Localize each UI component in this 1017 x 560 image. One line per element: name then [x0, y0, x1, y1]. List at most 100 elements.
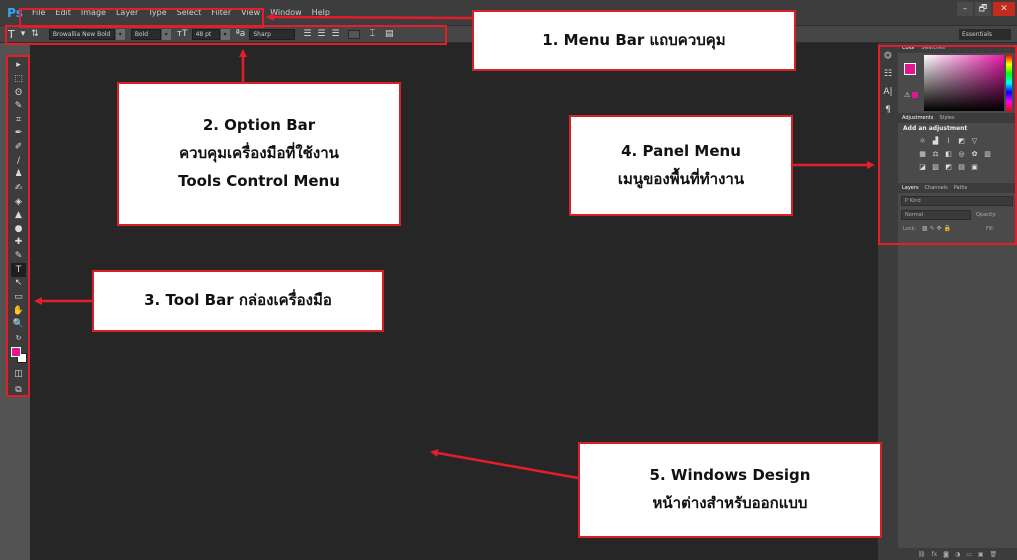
tab-layers[interactable]: Layers — [902, 185, 919, 191]
healing-brush-tool-icon[interactable]: ✐ — [11, 141, 26, 155]
clone-stamp-tool-icon[interactable]: ♟ — [11, 168, 26, 182]
brightness-icon[interactable]: ☼ — [918, 137, 927, 145]
warp-text-icon[interactable]: ⌶ — [370, 29, 375, 39]
channel-mixer-icon[interactable]: ✿ — [970, 150, 979, 158]
invert-icon[interactable]: ◪ — [918, 163, 927, 171]
chevron-down-icon[interactable]: ▾ — [220, 28, 230, 40]
gamut-swatch[interactable] — [912, 92, 918, 98]
color-balance-icon[interactable]: ⚖ — [931, 150, 940, 158]
paragraph-panel-icon[interactable]: ¶ — [885, 105, 891, 115]
exposure-icon[interactable]: ◩ — [957, 137, 966, 145]
brush-tool-icon[interactable]: / — [11, 154, 26, 168]
font-family-select[interactable]: Browallia New Bold — [48, 28, 115, 40]
properties-panel-icon[interactable]: ☷ — [884, 69, 892, 79]
type-tool-icon[interactable]: T — [8, 28, 15, 41]
paint-bucket-tool-icon[interactable]: ▲ — [11, 209, 26, 223]
eyedropper-tool-icon[interactable]: ✒ — [11, 127, 26, 141]
history-panel-icon[interactable]: ⏣ — [884, 51, 892, 61]
chevron-down-icon[interactable]: ▾ — [161, 28, 171, 40]
add-mask-icon[interactable]: ◙ — [943, 551, 949, 558]
vibrance-icon[interactable]: ▽ — [970, 137, 979, 145]
menu-file[interactable]: File — [32, 8, 45, 17]
close-button[interactable]: ✕ — [993, 2, 1015, 16]
antialias-select[interactable]: Sharp — [249, 28, 296, 40]
curves-icon[interactable]: ⌇ — [944, 137, 953, 145]
restore-button[interactable]: 🗗 — [975, 2, 991, 16]
crop-tool-icon[interactable]: ⌗ — [11, 114, 26, 128]
font-size-select[interactable]: 48 pt — [191, 28, 220, 40]
lock-icons[interactable]: ▩ ✎ ✥ 🔒 — [922, 225, 951, 232]
type-tool-icon[interactable]: T — [11, 263, 26, 277]
hue-slider[interactable] — [1006, 55, 1012, 111]
tab-paths[interactable]: Paths — [954, 185, 968, 191]
chevron-down-icon[interactable]: ▾ — [115, 28, 125, 40]
character-panel-icon[interactable]: ▤ — [385, 29, 394, 39]
layer-filter-select[interactable]: P Kind — [901, 196, 1013, 206]
threshold-icon[interactable]: ◩ — [944, 163, 953, 171]
quick-mask-icon[interactable]: ◫ — [11, 368, 26, 382]
photo-filter-icon[interactable]: ◎ — [957, 150, 966, 158]
pen-tool-icon[interactable]: ✎ — [11, 250, 26, 264]
blend-mode-select[interactable]: Normal — [901, 210, 971, 220]
black-white-icon[interactable]: ◧ — [944, 150, 953, 158]
gamut-warning-icon: ⚠ — [904, 91, 911, 99]
menu-filter[interactable]: Filter — [211, 8, 231, 17]
menu-image[interactable]: Image — [81, 8, 106, 17]
foreground-color-swatch[interactable] — [10, 347, 21, 358]
layer-kind-value: P Kind — [905, 198, 921, 204]
tab-swatches[interactable]: Swatches — [921, 45, 945, 51]
menu-edit[interactable]: Edit — [55, 8, 71, 17]
posterize-icon[interactable]: ▨ — [931, 163, 940, 171]
workspace-value: Essentials — [962, 31, 993, 38]
tool-preset-chevron-icon[interactable]: ▾ — [21, 29, 26, 39]
tab-channels[interactable]: Channels — [925, 185, 948, 191]
fx-icon[interactable]: fx — [931, 551, 937, 558]
text-color-swatch[interactable] — [347, 29, 360, 39]
menu-view[interactable]: View — [241, 8, 260, 17]
rectangle-tool-icon[interactable]: ▭ — [11, 291, 26, 305]
marquee-tool-icon[interactable]: ⬚ — [11, 73, 26, 87]
text-orientation-icon[interactable]: ⇅ — [31, 29, 39, 39]
dodge-tool-icon[interactable]: ✚ — [11, 236, 26, 250]
color-field[interactable] — [924, 55, 1004, 111]
color-lookup-icon[interactable]: ▥ — [983, 150, 992, 158]
blur-tool-icon[interactable]: ● — [11, 223, 26, 237]
move-tool-icon[interactable]: ▸ — [11, 59, 26, 73]
selective-color-icon[interactable]: ▣ — [970, 163, 979, 171]
quick-select-tool-icon[interactable]: ✎ — [11, 100, 26, 114]
new-adjustment-icon[interactable]: ◑ — [955, 551, 960, 558]
tab-styles[interactable]: Styles — [939, 115, 954, 121]
hand-tool-icon[interactable]: ✋ — [11, 304, 26, 318]
eraser-tool-icon[interactable]: ◈ — [11, 195, 26, 209]
screen-mode-icon[interactable]: ⧉ — [11, 383, 26, 397]
new-layer-icon[interactable]: ▣ — [978, 551, 984, 558]
history-brush-tool-icon[interactable]: ✍ — [11, 182, 26, 196]
levels-icon[interactable]: ▟ — [931, 137, 940, 145]
menu-type[interactable]: Type — [148, 8, 166, 17]
gradient-map-icon[interactable]: ▤ — [957, 163, 966, 171]
align-left-icon[interactable]: ☰ — [303, 29, 311, 39]
swap-colors-icon[interactable]: ↻ — [11, 332, 26, 346]
zoom-tool-icon[interactable]: 🔍 — [11, 318, 26, 332]
align-right-icon[interactable]: ☰ — [331, 29, 339, 39]
panel-foreground-swatch[interactable] — [904, 63, 916, 75]
workspace-select[interactable]: Essentials — [959, 29, 1011, 40]
hue-saturation-icon[interactable]: ▦ — [918, 150, 927, 158]
delete-layer-icon[interactable]: 🗑 — [990, 551, 998, 558]
lasso-tool-icon[interactable]: ʘ — [11, 86, 26, 100]
link-layers-icon[interactable]: ⛓ — [918, 551, 926, 558]
minimize-button[interactable]: – — [957, 2, 973, 16]
align-center-icon[interactable]: ☰ — [317, 29, 325, 39]
menu-select[interactable]: Select — [177, 8, 202, 17]
adjustments-title: Add an adjustment — [903, 125, 968, 132]
new-group-icon[interactable]: ▭ — [966, 551, 972, 558]
menu-window[interactable]: Window — [270, 8, 302, 17]
tab-adjustments[interactable]: Adjustments — [902, 115, 933, 121]
foreground-background-swatch[interactable] — [10, 347, 27, 364]
tab-color[interactable]: Color — [902, 45, 915, 51]
menu-layer[interactable]: Layer — [116, 8, 138, 17]
path-selection-tool-icon[interactable]: ↖ — [11, 277, 26, 291]
font-style-select[interactable]: Bold — [130, 28, 161, 40]
menu-help[interactable]: Help — [312, 8, 330, 17]
character-panel-icon[interactable]: A| — [883, 87, 892, 97]
